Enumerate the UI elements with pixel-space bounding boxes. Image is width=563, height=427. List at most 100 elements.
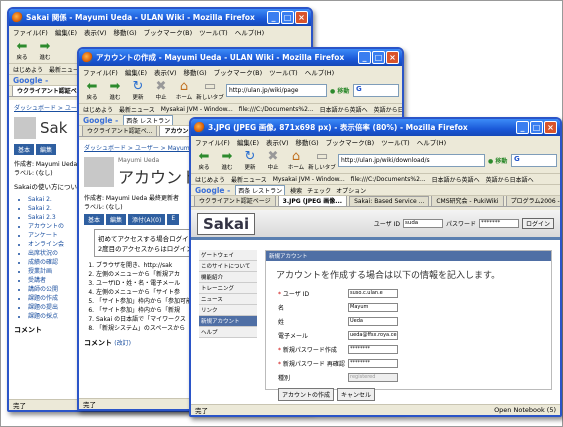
tab-item[interactable]: 3.JPG (JPEG 画像...	[277, 196, 348, 206]
field-input[interactable]: Mayum	[348, 302, 398, 312]
cancel-button[interactable]: キャンセル	[337, 388, 376, 401]
minimize-icon[interactable]: _	[358, 51, 371, 64]
window-titlebar[interactable]: アカウントの作成 - Mayumi Ueda - ULAN Wiki - Moz…	[79, 49, 402, 66]
field-input[interactable]: ueda@ffsx.roya.ce.a.a	[348, 330, 398, 340]
menu-edit[interactable]: 編集(E)	[125, 67, 147, 77]
nav-item[interactable]: ヘルプ	[199, 327, 257, 338]
bookmark-item[interactable]: 英語から日本語へ	[486, 175, 534, 184]
google-search-input[interactable]: 西条 レストラン	[123, 115, 174, 125]
tab-edit[interactable]: 編集	[106, 214, 127, 225]
menu-help[interactable]: ヘルプ(H)	[305, 67, 334, 77]
tab-attach[interactable]: 添付(A)(0)	[128, 214, 166, 225]
menu-go[interactable]: 移動(G)	[184, 67, 207, 77]
menu-view[interactable]: 表示(V)	[84, 27, 107, 37]
bookmark-item[interactable]: Mysakai JVM - Window...	[161, 106, 233, 113]
back-button[interactable]: ⬅ 戻る	[194, 150, 214, 171]
user-id-input[interactable]: suda	[402, 219, 443, 228]
menu-help[interactable]: ヘルプ(H)	[417, 137, 446, 147]
window-titlebar[interactable]: Sakai 関係 - Mayumi Ueda - ULAN Wiki - Moz…	[9, 9, 311, 26]
menu-bookmarks[interactable]: ブックマーク(B)	[326, 137, 375, 147]
bookmark-item[interactable]: file:///C:/Documents%2...	[351, 176, 426, 183]
menu-bookmarks[interactable]: ブックマーク(B)	[144, 27, 193, 37]
menu-tools[interactable]: ツール(T)	[199, 27, 228, 37]
menu-tools[interactable]: ツール(T)	[269, 67, 298, 77]
close-icon[interactable]: ×	[295, 11, 308, 24]
password-input[interactable]: *******	[478, 219, 519, 228]
google-options-button[interactable]: オプション	[336, 186, 366, 195]
close-icon[interactable]: ×	[386, 51, 399, 64]
menu-file[interactable]: ファイル(F)	[13, 27, 48, 37]
bookmark-item[interactable]: はじめよう	[13, 65, 43, 74]
field-input[interactable]: ********	[348, 344, 398, 354]
tab-extra[interactable]: E	[167, 214, 180, 225]
menu-tools[interactable]: ツール(T)	[381, 137, 410, 147]
menu-bookmarks[interactable]: ブックマーク(B)	[214, 67, 263, 77]
nav-item[interactable]: このサイトについて	[199, 261, 257, 272]
bookmark-item[interactable]: 日本語から英語へ	[320, 105, 368, 114]
close-icon[interactable]: ×	[544, 121, 557, 134]
menu-view[interactable]: 表示(V)	[154, 67, 177, 77]
tab-edit[interactable]: 編集	[36, 144, 57, 155]
go-button[interactable]: ● 移動	[488, 156, 508, 165]
tab-basic[interactable]: 基本	[14, 144, 35, 155]
reload-button[interactable]: ↻ 更新	[128, 80, 148, 101]
new-tab-button[interactable]: ▭ 新しいタブ	[196, 80, 224, 101]
go-button[interactable]: ● 移動	[330, 86, 350, 95]
stop-button[interactable]: ✖ 中止	[263, 150, 283, 171]
bookmark-item[interactable]: 最新ニュース	[119, 105, 155, 114]
forward-button[interactable]: ➡ 進む	[105, 80, 125, 101]
menu-help[interactable]: ヘルプ(H)	[235, 27, 264, 37]
menu-go[interactable]: 移動(G)	[114, 27, 137, 37]
bookmark-item[interactable]: 英語から日本語へ	[374, 105, 402, 114]
search-box[interactable]: G	[511, 154, 557, 167]
tab-item[interactable]: プログラム2006 - 平成...	[505, 196, 560, 206]
home-button[interactable]: ⌂ ホーム	[286, 150, 306, 171]
nav-item[interactable]: リンク	[199, 305, 257, 316]
bookmark-item[interactable]: はじめよう	[83, 105, 113, 114]
menu-view[interactable]: 表示(V)	[266, 137, 289, 147]
field-input[interactable]: suso.c.ulan.e	[348, 288, 398, 298]
google-search-button[interactable]: 検索	[290, 186, 302, 195]
forward-button[interactable]: ➡ 進む	[35, 40, 55, 61]
bookmark-item[interactable]: 日本語から英語へ	[432, 175, 480, 184]
menu-edit[interactable]: 編集(E)	[237, 137, 259, 147]
forward-button[interactable]: ➡ 進む	[217, 150, 237, 171]
status-right[interactable]: Open Notebook (5)	[494, 406, 556, 414]
google-search-input[interactable]: 西条 レストラン	[235, 185, 286, 195]
bookmark-item[interactable]: はじめよう	[195, 175, 225, 184]
field-input[interactable]: ********	[348, 358, 398, 368]
tab-item[interactable]: Sakai: Based Service ...	[349, 196, 430, 206]
bookmark-item[interactable]: 最新ニュース	[231, 175, 267, 184]
maximize-icon[interactable]: □	[281, 11, 294, 24]
minimize-icon[interactable]: _	[267, 11, 280, 24]
window-titlebar[interactable]: 3.JPG (JPEG 画像, 871x698 px) - 表示倍率 (80%)…	[191, 119, 560, 136]
search-box[interactable]: G	[353, 84, 399, 97]
tab-basic[interactable]: 基本	[84, 214, 105, 225]
maximize-icon[interactable]: □	[372, 51, 385, 64]
address-bar[interactable]: http://ulan.jp/wiki/page	[226, 84, 327, 97]
maximize-icon[interactable]: □	[530, 121, 543, 134]
minimize-icon[interactable]: _	[516, 121, 529, 134]
comment-edit-link[interactable]: (改訂)	[114, 340, 131, 347]
nav-item[interactable]: ニュース	[199, 294, 257, 305]
menu-file[interactable]: ファイル(F)	[195, 137, 230, 147]
google-check-button[interactable]: チェック	[307, 186, 331, 195]
create-account-button[interactable]: アカウントの作成	[278, 388, 335, 401]
menu-file[interactable]: ファイル(F)	[83, 67, 118, 77]
nav-item[interactable]: トレーニング	[199, 283, 257, 294]
nav-item[interactable]: 機能紹介	[199, 272, 257, 283]
reload-button[interactable]: ↻ 更新	[240, 150, 260, 171]
field-input[interactable]: Ueda	[348, 316, 398, 326]
tab-item[interactable]: ウクライアント認証ページ	[194, 196, 276, 206]
back-button[interactable]: ⬅ 戻る	[82, 80, 102, 101]
tab-item[interactable]: ウクライアント認証ペ...	[82, 126, 158, 136]
address-bar[interactable]: http://ulan.jp/wiki/download/s	[338, 154, 485, 167]
bookmark-item[interactable]: Mysakai JVM - Window...	[273, 176, 345, 183]
back-button[interactable]: ⬅ 戻る	[12, 40, 32, 61]
menu-edit[interactable]: 編集(E)	[55, 27, 77, 37]
home-button[interactable]: ⌂ ホーム	[174, 80, 194, 101]
new-tab-button[interactable]: ▭ 新しいタブ	[308, 150, 336, 171]
login-button[interactable]: ログイン	[521, 218, 554, 229]
tab-item[interactable]: CMS研究会 - PukiWiki	[431, 196, 504, 206]
nav-item[interactable]: ゲートウェイ	[199, 250, 257, 261]
